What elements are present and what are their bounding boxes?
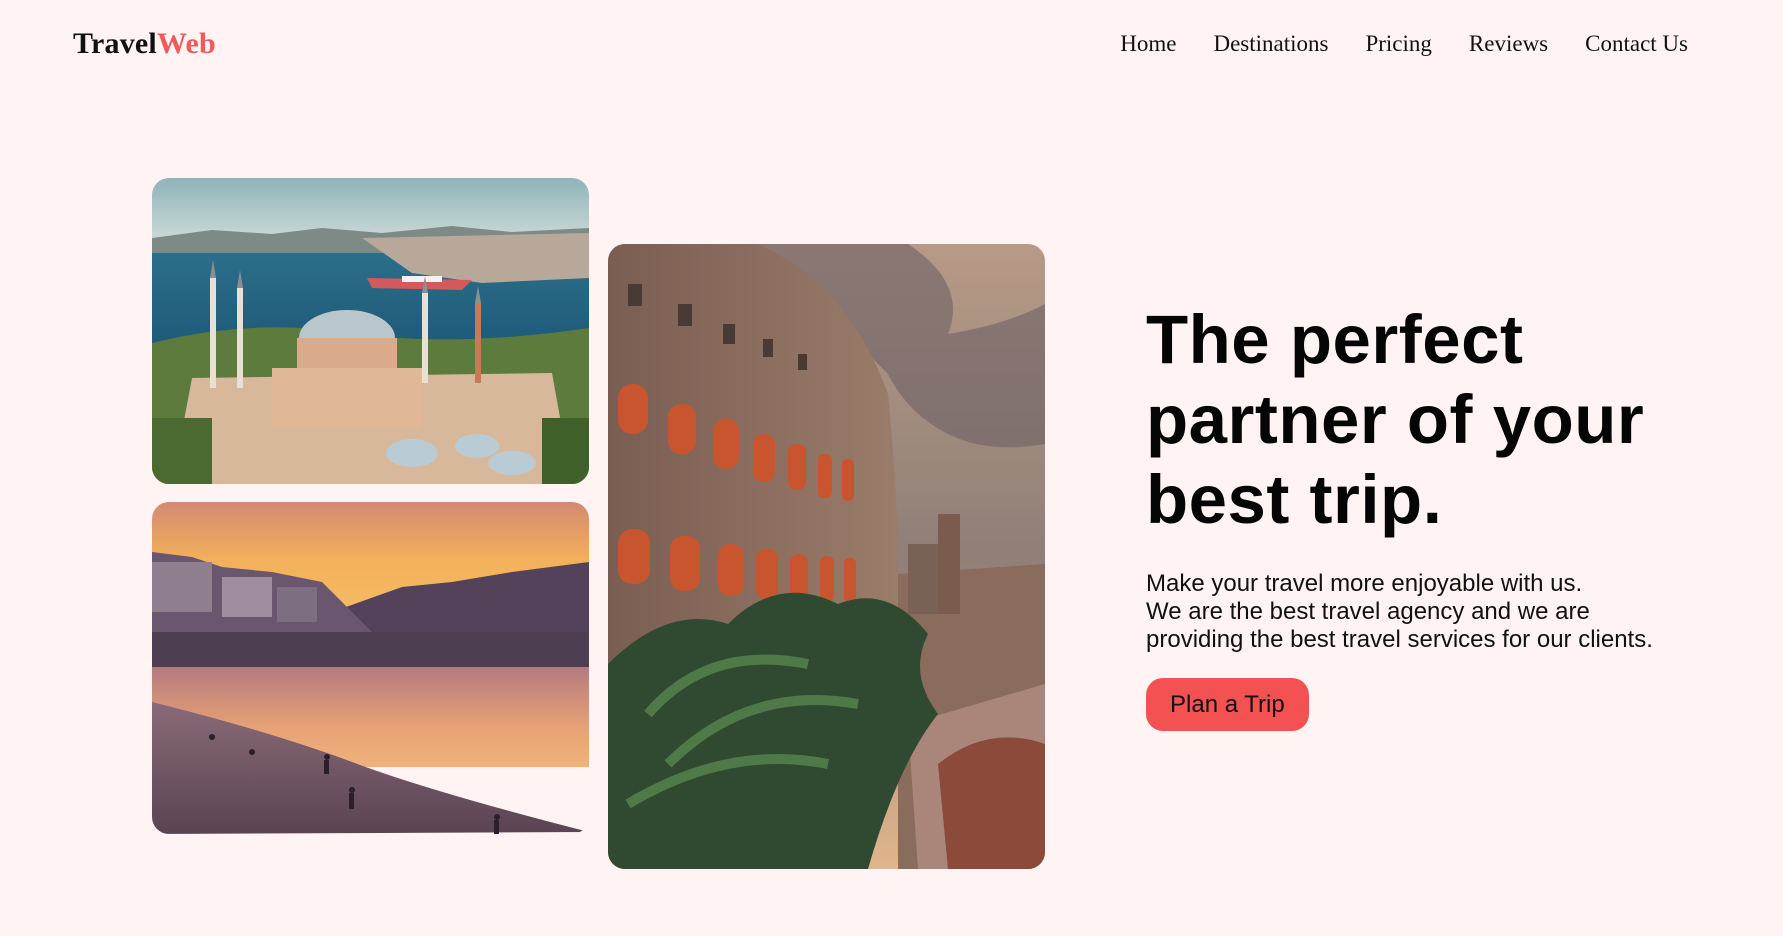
hero-headline: The perfect partner of your best trip. [1146,300,1746,540]
main-nav: Home Destinations Pricing Reviews Contac… [1120,28,1688,60]
beach-illustration [152,502,589,834]
description-line: providing the best travel services for o… [1146,626,1653,653]
nav-item-destinations[interactable]: Destinations [1213,28,1328,60]
nav-item-contact-us[interactable]: Contact Us [1585,28,1688,60]
headline-line: The perfect [1146,301,1524,378]
logo-text-main: Travel [73,27,157,60]
istanbul-photo [152,178,589,484]
nav-item-reviews[interactable]: Reviews [1469,28,1548,60]
headline-line: partner of your [1146,381,1645,458]
hero-section: The perfect partner of your best trip. M… [1146,300,1746,731]
colosseum-photo [608,244,1045,869]
hero-description: Make your travel more enjoyable with us.… [1146,570,1746,654]
nav-item-pricing[interactable]: Pricing [1365,28,1431,60]
plan-a-trip-button[interactable]: Plan a Trip [1146,678,1309,731]
istanbul-illustration [152,178,589,484]
description-line: We are the best travel agency and we are [1146,598,1590,625]
logo-text-accent: Web [156,27,216,60]
description-line: Make your travel more enjoyable with us. [1146,570,1583,597]
headline-line: best trip. [1146,461,1443,538]
logo[interactable]: TravelWeb [73,24,216,64]
beach-sunset-photo [152,502,589,834]
nav-item-home[interactable]: Home [1120,28,1176,60]
colosseum-illustration [608,244,1045,869]
